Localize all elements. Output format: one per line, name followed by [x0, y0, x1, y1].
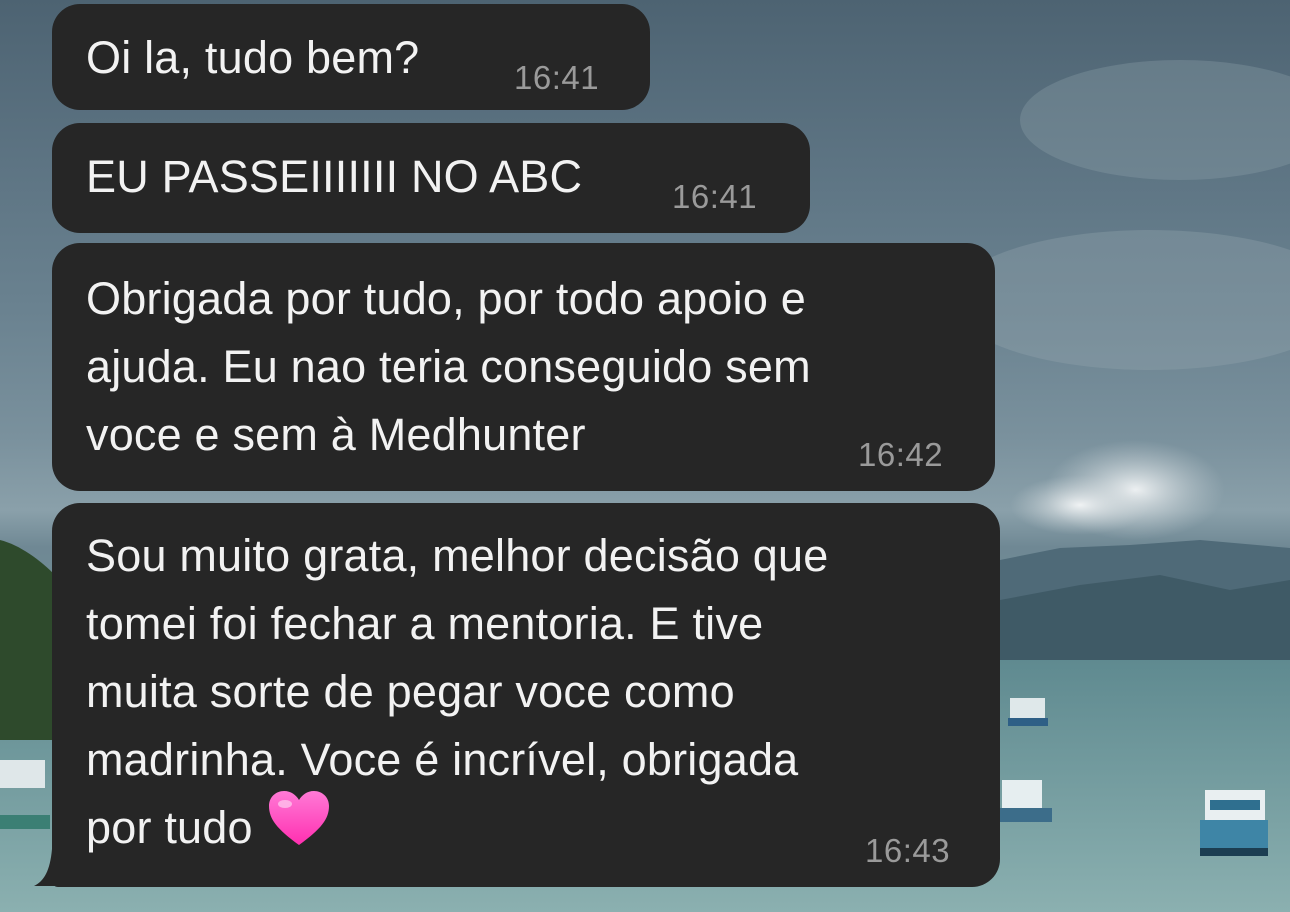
message-text: Oi la, tudo bem? [86, 32, 420, 83]
message-bubble[interactable]: Oi la, tudo bem? 16:41 [52, 4, 650, 110]
message-bubble[interactable]: EU PASSEIIIIIII NO ABC 16:41 [52, 123, 810, 233]
message-bubble[interactable]: Sou muito grata, melhor decisão que tome… [52, 503, 1000, 887]
message-bubble[interactable]: Obrigada por tudo, por todo apoio e ajud… [52, 243, 995, 491]
message-text: Sou muito grata, melhor decisão que tome… [86, 522, 828, 866]
pink-heart-icon [267, 789, 331, 866]
message-timestamp: 16:41 [514, 59, 600, 96]
message-text-content: Sou muito grata, melhor decisão que tome… [86, 530, 829, 853]
bubble-tail [34, 849, 60, 886]
message-timestamp: 16:41 [672, 178, 758, 215]
message-timestamp: 16:42 [858, 436, 944, 473]
message-text: Obrigada por tudo, por todo apoio e ajud… [86, 273, 811, 460]
message-timestamp: 16:43 [865, 832, 951, 869]
message-text: EU PASSEIIIIIII NO ABC [86, 151, 583, 202]
